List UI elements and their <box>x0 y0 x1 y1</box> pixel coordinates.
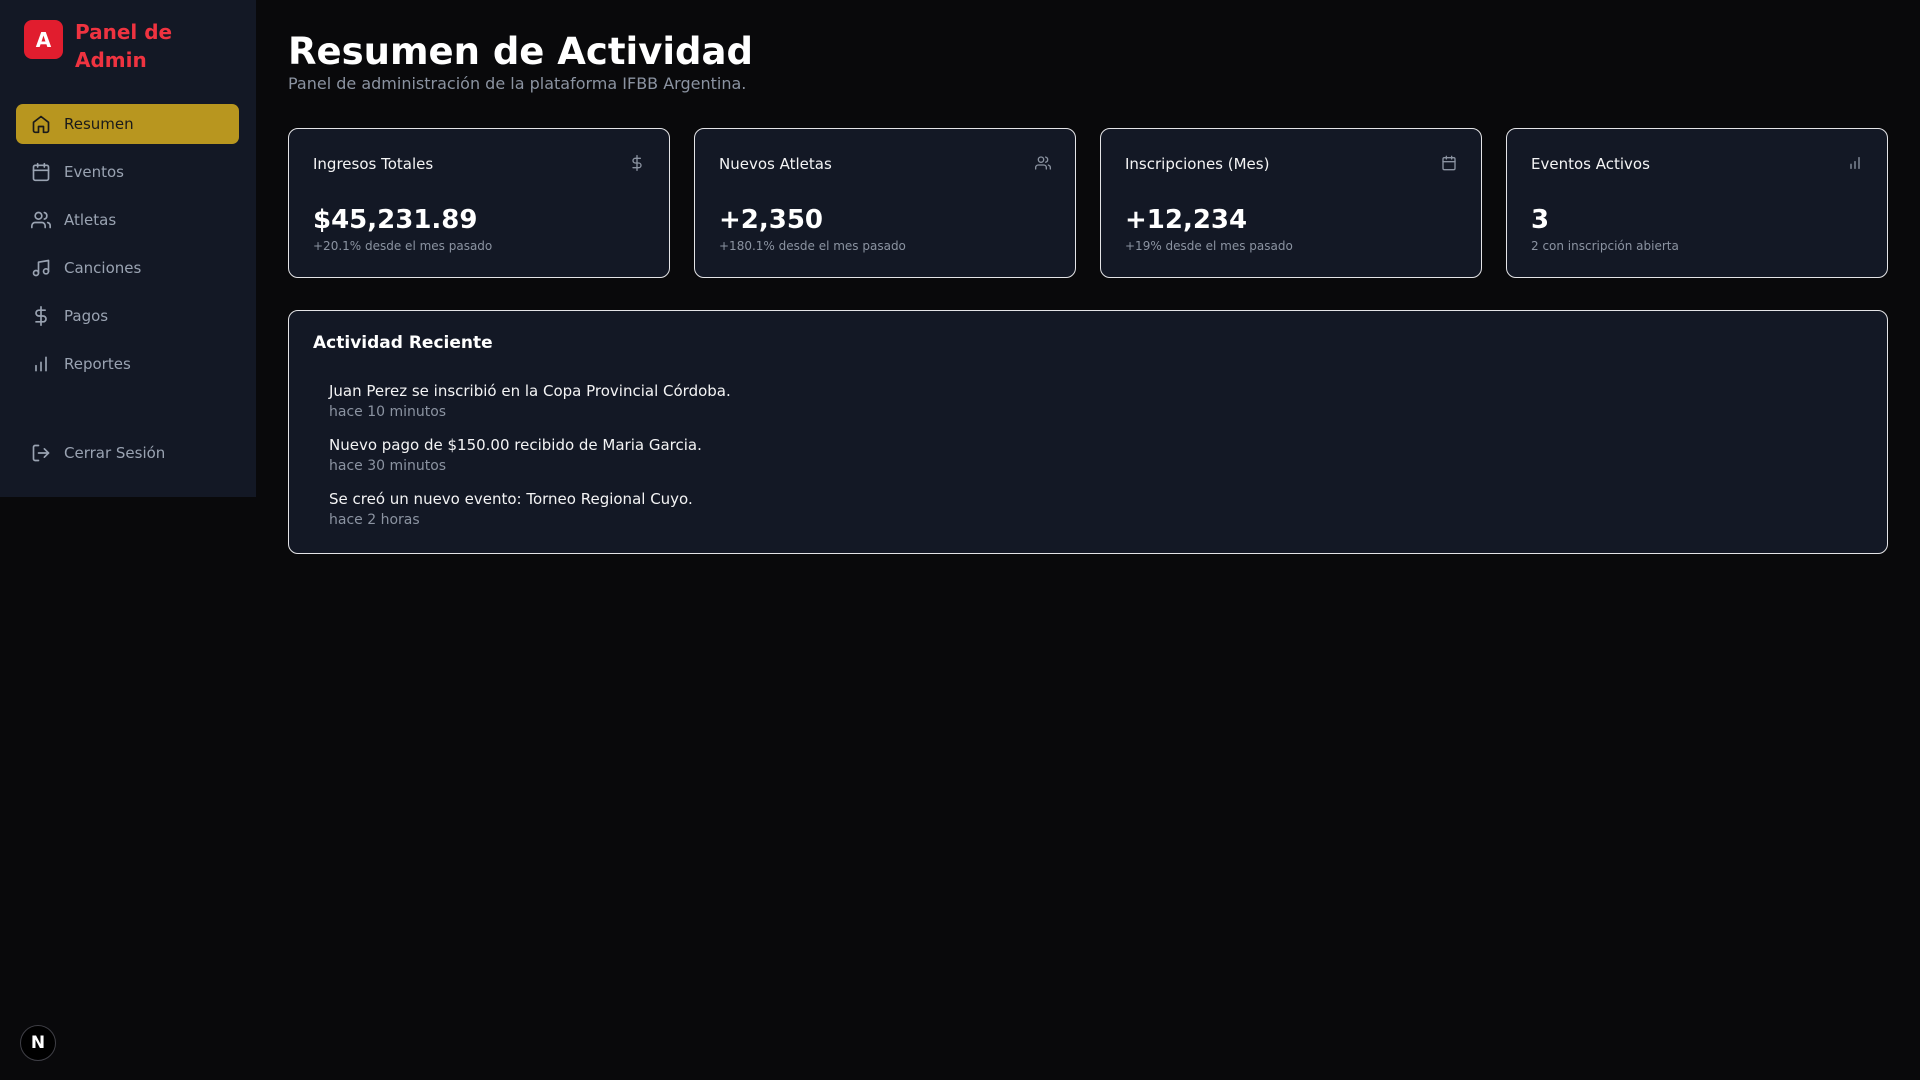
stat-card-inscripciones: Inscripciones (Mes) +12,234 +19% desde e… <box>1100 128 1482 278</box>
page-subtitle: Panel de administración de la plataforma… <box>288 74 747 93</box>
page-title: Resumen de Actividad <box>288 30 753 73</box>
sidebar-item-reportes[interactable]: Reportes <box>16 344 239 384</box>
stat-label: Eventos Activos <box>1531 155 1650 173</box>
bar-chart-icon <box>35 356 47 372</box>
stat-value: +2,350 <box>719 205 824 235</box>
brand-title: Panel de Admin <box>75 20 173 72</box>
activity-time: hace 10 minutos <box>329 404 447 420</box>
sidebar-item-resumen[interactable]: Resumen <box>16 104 239 144</box>
activity-text: Nuevo pago de $150.00 recibido de Maria … <box>329 436 702 454</box>
logout-section: Cerrar Sesión <box>16 433 239 481</box>
sidebar-item-label: Resumen <box>64 115 134 133</box>
sidebar-nav: Resumen Eventos Atletas Canciones Pagos … <box>16 104 239 392</box>
activity-list: Juan Perez se inscribió en la Copa Provi… <box>329 381 731 543</box>
nextjs-dev-badge[interactable]: N <box>20 1025 56 1061</box>
users-icon <box>31 211 51 229</box>
music-icon <box>32 259 50 277</box>
sidebar-item-label: Atletas <box>64 211 117 229</box>
sidebar: A Panel de Admin Resumen Eventos Atletas… <box>0 0 256 497</box>
stat-note: +180.1% desde el mes pasado <box>719 239 906 253</box>
activity-time: hace 2 horas <box>329 512 420 528</box>
stat-card-ingresos: Ingresos Totales $45,231.89 +20.1% desde… <box>288 128 670 278</box>
stat-card-eventos: Eventos Activos 3 2 con inscripción abie… <box>1506 128 1888 278</box>
list-item: Se creó un nuevo evento: Torneo Regional… <box>329 489 731 543</box>
brand-logo: A <box>24 20 63 59</box>
stat-note: 2 con inscripción abierta <box>1531 239 1679 253</box>
stat-value: +12,234 <box>1125 205 1248 235</box>
dollar-icon <box>632 155 642 171</box>
list-item: Nuevo pago de $150.00 recibido de Maria … <box>329 435 731 489</box>
stat-note: +19% desde el mes pasado <box>1125 239 1293 253</box>
sidebar-item-label: Canciones <box>64 259 142 277</box>
stat-label: Inscripciones (Mes) <box>1125 155 1270 173</box>
bar-chart-icon <box>1850 157 1860 169</box>
stat-value: 3 <box>1531 205 1550 235</box>
stat-label: Nuevos Atletas <box>719 155 832 173</box>
sidebar-item-pagos[interactable]: Pagos <box>16 296 239 336</box>
activity-text: Juan Perez se inscribió en la Copa Provi… <box>329 382 731 400</box>
stats-row: Ingresos Totales $45,231.89 +20.1% desde… <box>288 128 1888 278</box>
users-icon <box>1035 156 1051 170</box>
home-icon <box>32 115 50 134</box>
logout-button[interactable]: Cerrar Sesión <box>16 433 239 473</box>
logout-label: Cerrar Sesión <box>64 444 166 462</box>
stat-card-atletas: Nuevos Atletas +2,350 +180.1% desde el m… <box>694 128 1076 278</box>
sidebar-item-eventos[interactable]: Eventos <box>16 152 239 192</box>
activity-time: hace 30 minutos <box>329 458 447 474</box>
stat-note: +20.1% desde el mes pasado <box>313 239 493 253</box>
sidebar-item-label: Eventos <box>64 163 124 181</box>
calendar-icon <box>32 162 50 182</box>
sidebar-item-canciones[interactable]: Canciones <box>16 248 239 288</box>
sidebar-item-label: Reportes <box>64 355 131 373</box>
stat-value: $45,231.89 <box>313 205 478 235</box>
calendar-icon <box>1442 155 1456 171</box>
brand[interactable]: A Panel de Admin <box>24 18 185 74</box>
list-item: Juan Perez se inscribió en la Copa Provi… <box>329 381 731 435</box>
activity-text: Se creó un nuevo evento: Torneo Regional… <box>329 490 693 508</box>
dollar-icon <box>35 306 47 326</box>
activity-title: Actividad Reciente <box>313 333 493 353</box>
sidebar-item-label: Pagos <box>64 307 109 325</box>
sidebar-item-atletas[interactable]: Atletas <box>16 200 239 240</box>
stat-label: Ingresos Totales <box>313 155 434 173</box>
recent-activity-card: Actividad Reciente Juan Perez se inscrib… <box>288 310 1888 554</box>
logout-icon <box>32 444 50 462</box>
